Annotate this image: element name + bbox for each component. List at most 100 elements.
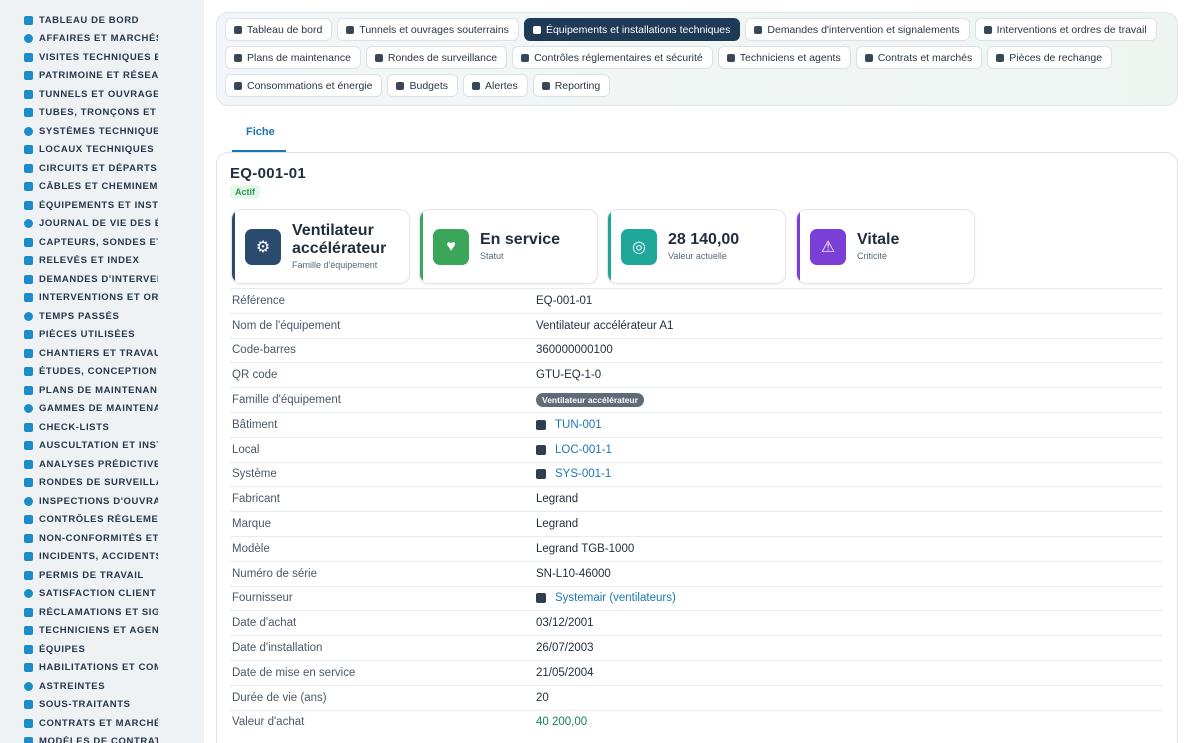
detail-value-text: 20 bbox=[536, 691, 549, 704]
module-tab[interactable]: Tableau de bord bbox=[225, 18, 333, 41]
sidebar-item[interactable]: ANALYSES PRÉDICTIVES bbox=[0, 455, 158, 474]
helmet-icon bbox=[726, 53, 735, 62]
sidebar-item[interactable]: AUSCULTATION ET INSTR bbox=[0, 437, 158, 456]
status-badge: Actif bbox=[230, 185, 260, 199]
sidebar-item[interactable]: PERMIS DE TRAVAIL bbox=[0, 566, 158, 585]
detail-row: Fabricant Legrand bbox=[230, 486, 1163, 511]
sidebar-item[interactable]: TUNNELS ET OUVRAGES bbox=[0, 85, 158, 104]
sidebar-item[interactable]: PIÈCES UTILISÉES bbox=[0, 326, 158, 345]
sidebar-item-label: NON-CONFORMITÉS ET A bbox=[39, 532, 158, 544]
module-tab[interactable]: Consommations et énergie bbox=[225, 74, 383, 97]
sidebar-item[interactable]: INSPECTIONS D'OUVRAG bbox=[0, 492, 158, 511]
sidebar-item[interactable]: LOCAUX TECHNIQUES ET bbox=[0, 141, 158, 160]
detail-row: Code-barres 360000000100 bbox=[230, 337, 1163, 363]
detail-value[interactable]: Systemair (ventilateurs) bbox=[536, 592, 676, 604]
sidebar-item[interactable]: TECHNICIENS ET AGENTS bbox=[0, 622, 158, 641]
module-tab-label: Contrôles réglementaires et sécurité bbox=[534, 51, 703, 64]
kpi-label: Statut bbox=[480, 251, 504, 261]
kpi-label: Criticité bbox=[857, 251, 888, 261]
module-tab[interactable]: Techniciens et agents bbox=[717, 46, 851, 69]
sidebar-item[interactable]: CIRCUITS ET DÉPARTS É bbox=[0, 159, 158, 178]
sidebar-item[interactable]: CAPTEURS, SONDES ET C bbox=[0, 233, 158, 252]
sidebar-item[interactable]: CHECK-LISTS bbox=[0, 418, 158, 437]
detail-value[interactable]: TUN-001 bbox=[536, 419, 602, 431]
sidebar-item[interactable]: TUBES, TRONÇONS ET ZO bbox=[0, 104, 158, 123]
module-tab[interactable]: Reporting bbox=[532, 74, 611, 97]
clock-icon bbox=[24, 311, 33, 321]
module-tab[interactable]: Interventions et ordres de travail bbox=[974, 18, 1157, 41]
module-tab[interactable]: Tunnels et ouvrages souterrains bbox=[337, 18, 519, 41]
module-tab[interactable]: Plans de maintenance bbox=[225, 46, 361, 69]
module-tab[interactable]: Alertes bbox=[463, 74, 528, 97]
detail-value: 26/07/2003 bbox=[536, 642, 594, 654]
module-tab[interactable]: Contrôles réglementaires et sécurité bbox=[512, 46, 713, 69]
sidebar-item[interactable]: PATRIMOINE ET RÉSEAUX bbox=[0, 67, 158, 86]
sidebar-item[interactable]: CÂBLES ET CHEMINEMEN bbox=[0, 178, 158, 197]
equipment-title: EQ-001-01 bbox=[230, 165, 307, 182]
sidebar-item[interactable]: RÉCLAMATIONS ET SIGN/ bbox=[0, 603, 158, 622]
sidebar-item[interactable]: SATISFACTION CLIENT bbox=[0, 585, 158, 604]
sidebar-item[interactable]: INTERVENTIONS ET ORDI bbox=[0, 289, 158, 308]
detail-label: Durée de vie (ans) bbox=[232, 691, 327, 704]
detail-value-text: TUN-001 bbox=[555, 418, 602, 431]
detail-value-text: 360000000100 bbox=[536, 344, 613, 357]
sidebar-item[interactable]: CHANTIERS ET TRAVAUX bbox=[0, 344, 158, 363]
sidebar-item[interactable]: PLANS DE MAINTENANCE bbox=[0, 381, 158, 400]
history-icon bbox=[24, 219, 33, 229]
module-tab[interactable]: Contrats et marchés bbox=[855, 46, 983, 69]
sidebar-item-label: MODÈLES DE CONTRATS bbox=[39, 736, 158, 743]
detail-value: 40 200,00 bbox=[536, 716, 587, 728]
detail-label: Modèle bbox=[232, 542, 270, 555]
sidebar-item[interactable]: SOUS-TRAITANTS bbox=[0, 696, 158, 715]
calendar-icon bbox=[24, 385, 33, 395]
sidebar-item[interactable]: DEMANDES D'INTERVENT bbox=[0, 270, 158, 289]
sidebar-item[interactable]: CONTRATS ET MARCHÉS bbox=[0, 714, 158, 733]
sidebar-item[interactable]: AFFAIRES ET MARCHÉS bbox=[0, 30, 158, 49]
sidebar-item[interactable]: NON-CONFORMITÉS ET A bbox=[0, 529, 158, 548]
detail-label: QR code bbox=[232, 369, 278, 382]
sidebar-item[interactable]: JOURNAL DE VIE DES ÉQ bbox=[0, 215, 158, 234]
sidebar-item[interactable]: MODÈLES DE CONTRATS bbox=[0, 733, 158, 743]
sidebar-item-label: VISITES TECHNIQUES ET bbox=[39, 51, 158, 63]
module-tab[interactable]: Équipements et installations techniques bbox=[523, 18, 741, 41]
module-tab[interactable]: Demandes d'intervention et signalements bbox=[745, 18, 970, 41]
sidebar-item[interactable]: RELEVÉS ET INDEX bbox=[0, 252, 158, 271]
detail-value: 360000000100 bbox=[536, 344, 613, 356]
building-icon bbox=[536, 593, 546, 604]
detail-label: Date de mise en service bbox=[232, 666, 356, 679]
module-tab[interactable]: Rondes de surveillance bbox=[365, 46, 508, 69]
module-tab[interactable]: Pièces de rechange bbox=[987, 46, 1113, 69]
search-icon bbox=[24, 496, 33, 506]
sidebar-item[interactable]: CONTRÔLES RÉGLEMENT bbox=[0, 511, 158, 530]
detail-value: Legrand bbox=[536, 493, 578, 505]
module-tab-label: Interventions et ordres de travail bbox=[996, 23, 1147, 36]
detail-value-text: EQ-001-01 bbox=[536, 294, 593, 307]
sidebar-item-label: GAMMES DE MAINTENAN bbox=[39, 403, 158, 415]
sidebar-item[interactable]: TEMPS PASSÉS bbox=[0, 307, 158, 326]
detail-value[interactable]: SYS-001-1 bbox=[536, 468, 611, 480]
sidebar-item[interactable]: RONDES DE SURVEILLAN bbox=[0, 474, 158, 493]
detail-value[interactable]: LOC-001-1 bbox=[536, 444, 612, 456]
module-tab[interactable]: Budgets bbox=[387, 74, 459, 97]
detail-value-text: GTU-EQ-1-0 bbox=[536, 369, 602, 382]
sidebar-item[interactable]: HABILITATIONS ET COMP bbox=[0, 659, 158, 678]
sidebar-item[interactable]: GAMMES DE MAINTENAN bbox=[0, 400, 158, 419]
sidebar-item[interactable]: ASTREINTES bbox=[0, 677, 158, 696]
sitemap-icon bbox=[24, 126, 33, 136]
sidebar-item[interactable]: ÉTUDES, CONCEPTION ET bbox=[0, 363, 158, 382]
sidebar-item[interactable]: INCIDENTS, ACCIDENTS E bbox=[0, 548, 158, 567]
sidebar-item[interactable]: ÉQUIPES bbox=[0, 640, 158, 659]
module-tab-label: Alertes bbox=[485, 79, 518, 92]
sidebar-item[interactable]: VISITES TECHNIQUES ET bbox=[0, 48, 158, 67]
kpi-card: ◎ 28 140,00 Valeur actuelle bbox=[607, 209, 786, 284]
module-tab-label: Reporting bbox=[554, 79, 601, 92]
kpi-accent bbox=[797, 210, 800, 283]
sidebar-item-label: AUSCULTATION ET INSTR bbox=[39, 440, 158, 452]
coins-icon: ◎ bbox=[621, 229, 657, 265]
sidebar-item[interactable]: ÉQUIPEMENTS ET INSTAL bbox=[0, 196, 158, 215]
sidebar-item[interactable]: TABLEAU DE BORD bbox=[0, 11, 158, 30]
tab-fiche[interactable]: Fiche bbox=[232, 126, 289, 148]
detail-value-text: SYS-001-1 bbox=[555, 468, 612, 481]
sidebar-item[interactable]: SYSTÈMES TECHNIQUES bbox=[0, 122, 158, 141]
detail-value: 21/05/2004 bbox=[536, 667, 594, 679]
